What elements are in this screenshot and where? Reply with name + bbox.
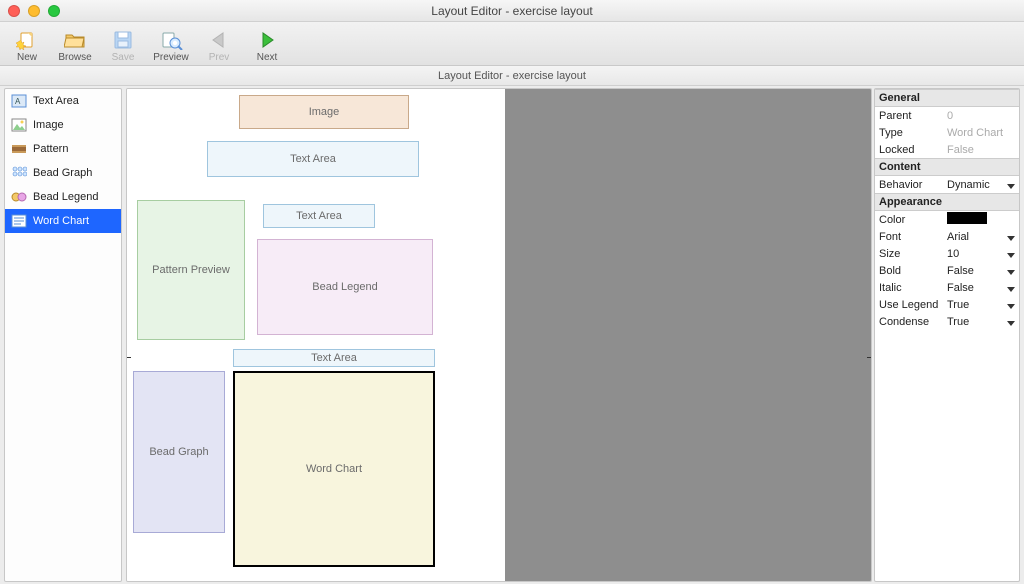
- palette-item-pattern[interactable]: Pattern: [5, 137, 121, 161]
- canvas-box-label: Text Area: [296, 210, 342, 222]
- canvas-box-label: Text Area: [311, 352, 357, 364]
- chevron-down-icon: [1007, 236, 1015, 241]
- element-palette: A Text Area Image Pattern Bead Graph Bea…: [4, 88, 122, 582]
- palette-item-label: Image: [33, 119, 64, 131]
- word-chart-icon: [11, 213, 27, 229]
- canvas-box-word-chart[interactable]: Word Chart: [233, 371, 435, 567]
- chevron-down-icon: [1007, 184, 1015, 189]
- palette-item-label: Bead Graph: [33, 167, 92, 179]
- palette-item-image[interactable]: Image: [5, 113, 121, 137]
- prop-parent: Parent0: [875, 107, 1019, 124]
- prop-font[interactable]: FontArial: [875, 228, 1019, 245]
- save-button[interactable]: Save: [102, 29, 144, 63]
- canvas-box-label: Pattern Preview: [152, 264, 230, 276]
- palette-item-label: Word Chart: [33, 215, 89, 227]
- document-subtitle-bar: Layout Editor - exercise layout: [0, 66, 1024, 86]
- chevron-down-icon: [1007, 270, 1015, 275]
- chevron-down-icon: [1007, 321, 1015, 326]
- layout-canvas[interactable]: Image Text Area Text Area Pattern Previe…: [126, 88, 872, 582]
- toolbar: New Browse Save Preview Prev Next: [0, 22, 1024, 66]
- document-subtitle: Layout Editor - exercise layout: [438, 70, 586, 82]
- palette-item-text-area[interactable]: A Text Area: [5, 89, 121, 113]
- folder-icon: [63, 29, 87, 51]
- preview-button[interactable]: Preview: [150, 29, 192, 63]
- bead-graph-icon: [11, 165, 27, 181]
- color-swatch[interactable]: [947, 212, 987, 224]
- offpage-area: [505, 89, 871, 581]
- palette-item-label: Bead Legend: [33, 191, 98, 203]
- section-content: Content: [875, 158, 1019, 176]
- svg-text:A: A: [15, 97, 21, 106]
- browse-label: Browse: [58, 52, 91, 63]
- canvas-box-label: Word Chart: [306, 463, 362, 475]
- canvas-box-textarea-2[interactable]: Text Area: [263, 204, 375, 228]
- chevron-down-icon: [1007, 253, 1015, 258]
- prop-size[interactable]: Size10: [875, 245, 1019, 262]
- palette-item-label: Text Area: [33, 95, 79, 107]
- canvas-box-label: Bead Graph: [149, 446, 208, 458]
- new-button[interactable]: New: [6, 29, 48, 63]
- titlebar: Layout Editor - exercise layout: [0, 0, 1024, 22]
- canvas-box-pattern-preview[interactable]: Pattern Preview: [137, 200, 245, 340]
- canvas-box-bead-graph[interactable]: Bead Graph: [133, 371, 225, 533]
- new-label: New: [17, 52, 37, 63]
- preview-icon: [159, 29, 183, 51]
- prop-color[interactable]: Color: [875, 211, 1019, 228]
- bead-legend-icon: [11, 189, 27, 205]
- prop-type: TypeWord Chart: [875, 124, 1019, 141]
- property-panel: General Parent0 TypeWord Chart LockedFal…: [874, 88, 1020, 582]
- canvas-box-bead-legend[interactable]: Bead Legend: [257, 239, 433, 335]
- save-icon: [111, 29, 135, 51]
- prop-use-legend[interactable]: Use LegendTrue: [875, 296, 1019, 313]
- palette-item-label: Pattern: [33, 143, 68, 155]
- section-general: General: [875, 89, 1019, 107]
- prop-italic[interactable]: ItalicFalse: [875, 279, 1019, 296]
- canvas-box-textarea-1[interactable]: Text Area: [207, 141, 419, 177]
- canvas-box-label: Text Area: [290, 153, 336, 165]
- next-button[interactable]: Next: [246, 29, 288, 63]
- ruler-tick-left: [127, 357, 131, 358]
- palette-item-word-chart[interactable]: Word Chart: [5, 209, 121, 233]
- preview-label: Preview: [153, 52, 189, 63]
- ruler-tick-right: [867, 357, 871, 358]
- prop-bold[interactable]: BoldFalse: [875, 262, 1019, 279]
- image-icon: [11, 117, 27, 133]
- section-appearance: Appearance: [875, 193, 1019, 211]
- canvas-box-image[interactable]: Image: [239, 95, 409, 129]
- canvas-box-label: Bead Legend: [312, 281, 377, 293]
- prop-locked: LockedFalse: [875, 141, 1019, 158]
- prev-button[interactable]: Prev: [198, 29, 240, 63]
- window-title: Layout Editor - exercise layout: [0, 4, 1024, 18]
- browse-button[interactable]: Browse: [54, 29, 96, 63]
- palette-item-bead-graph[interactable]: Bead Graph: [5, 161, 121, 185]
- next-label: Next: [257, 52, 278, 63]
- prev-label: Prev: [209, 52, 230, 63]
- prop-behavior[interactable]: BehaviorDynamic: [875, 176, 1019, 193]
- canvas-box-label: Image: [309, 106, 340, 118]
- next-icon: [255, 29, 279, 51]
- prev-icon: [207, 29, 231, 51]
- palette-item-bead-legend[interactable]: Bead Legend: [5, 185, 121, 209]
- prop-condense[interactable]: CondenseTrue: [875, 313, 1019, 330]
- save-label: Save: [112, 52, 135, 63]
- chevron-down-icon: [1007, 287, 1015, 292]
- pattern-icon: [11, 141, 27, 157]
- new-icon: [15, 29, 39, 51]
- canvas-box-textarea-3[interactable]: Text Area: [233, 349, 435, 367]
- main-area: A Text Area Image Pattern Bead Graph Bea…: [0, 86, 1024, 584]
- chevron-down-icon: [1007, 304, 1015, 309]
- text-area-icon: A: [11, 93, 27, 109]
